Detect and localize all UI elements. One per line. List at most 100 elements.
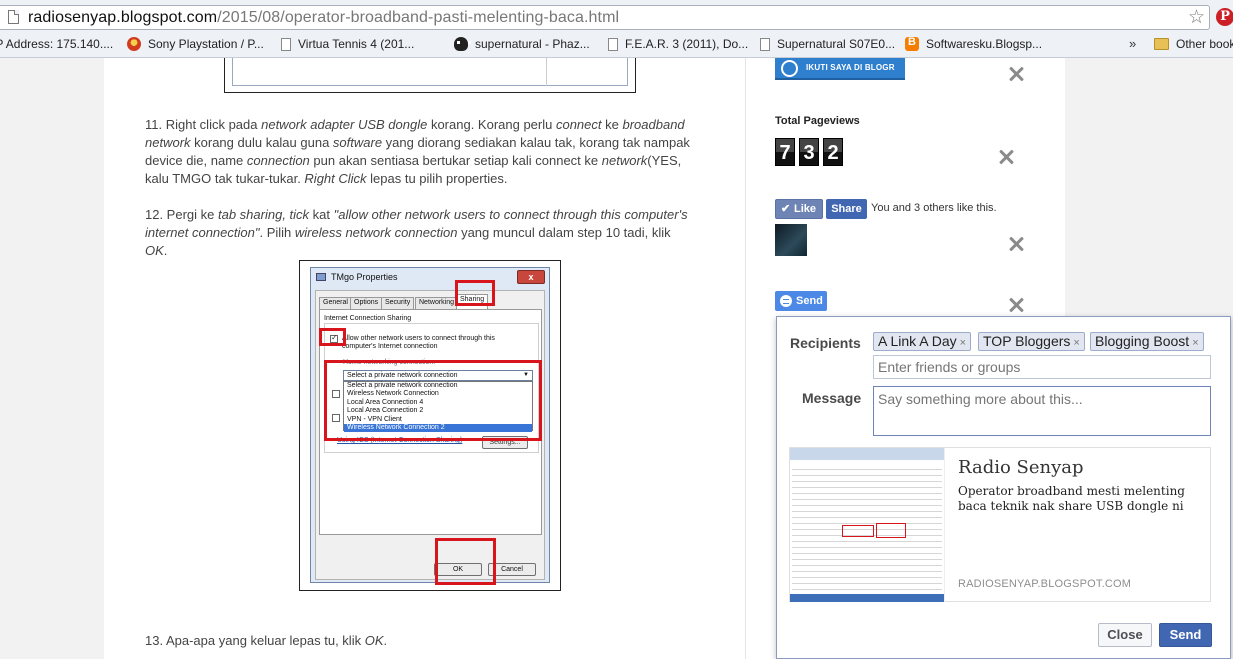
recipient-token[interactable]: A Link A Day × — [873, 332, 972, 351]
sharing-dialog-screenshot[interactable]: TMgo Properties x General Options Securi… — [299, 260, 561, 591]
link-preview-card: Radio Senyap Operator broadband mesti me… — [789, 447, 1211, 602]
url-path: /2015/08/operator-broadband-pasti-melent… — [217, 9, 620, 26]
friend-avatar[interactable] — [775, 224, 807, 256]
page-icon — [8, 10, 19, 24]
preview-description: Operator broadband mesti melenting baca … — [958, 484, 1185, 513]
step-11-paragraph: 11. Right click pada network adapter USB… — [145, 117, 690, 186]
bookmark-label: Virtua Tennis 4 (201... — [298, 37, 415, 51]
bookmark-fear-3[interactable]: F.E.A.R. 3 (2011), Do... — [608, 37, 748, 51]
bookmark-label: Sony Playstation / P... — [148, 37, 264, 51]
tab-security: Security — [381, 297, 415, 309]
edit-wrench-icon[interactable] — [1007, 65, 1025, 83]
address-bar[interactable]: radiosenyap.blogspot.com/2015/08/operato… — [0, 5, 1210, 30]
close-button[interactable]: Close — [1098, 623, 1152, 647]
thumbs-check-icon: ✔ — [781, 203, 791, 215]
sony-icon — [127, 37, 141, 51]
like-count-text: You and 3 others like this. — [871, 202, 997, 214]
bookmarks-bar: IP Address: 175.140.... Sony Playstation… — [0, 34, 1233, 56]
bookmark-label: Supernatural S07E0... — [777, 37, 896, 51]
bookmark-supernatural-phaz[interactable]: supernatural - Phaz... — [454, 37, 590, 51]
highlight-ok-button — [435, 538, 496, 585]
thumbnail-taskbar — [790, 594, 944, 602]
page-icon — [281, 37, 291, 51]
edit-wrench-icon[interactable] — [1007, 296, 1025, 314]
pageviews-title: Total Pageviews — [775, 115, 860, 127]
thumbnail-highlight — [842, 525, 874, 537]
bookmark-label: Other bookmarks — [1176, 37, 1233, 51]
pageviews-digit: 2 — [823, 138, 843, 166]
facebook-send-dialog: Recipients A Link A Day × TOP Bloggers × B… — [776, 316, 1231, 659]
step-13-paragraph: 13. Apa-apa yang keluar lepas tu, klik O… — [145, 633, 388, 648]
blogger-icon — [905, 36, 919, 51]
url-text[interactable]: radiosenyap.blogspot.com/2015/08/operato… — [28, 9, 619, 27]
thumbnail-highlight — [876, 523, 906, 538]
column-divider — [745, 58, 746, 659]
bookmark-softwaresku[interactable]: Softwaresku.Blogsp... — [905, 36, 1043, 51]
edit-wrench-icon[interactable] — [997, 148, 1015, 166]
facebook-like-button[interactable]: ✔ Like — [775, 199, 823, 219]
token-label: A Link A Day — [878, 333, 957, 349]
highlight-dropdown — [324, 360, 542, 441]
preview-thumbnail — [790, 448, 945, 602]
dialog-title: TMgo Properties — [331, 272, 398, 282]
bookmark-other-bookmarks[interactable]: Other bookmarks — [1154, 37, 1233, 51]
previous-screenshot-image — [224, 58, 636, 93]
pageviews-digit: 3 — [799, 138, 819, 166]
bookmark-sony-playstation[interactable]: Sony Playstation / P... — [127, 37, 264, 51]
messenger-icon — [780, 295, 792, 307]
message-input[interactable] — [873, 386, 1211, 436]
send-label: Send — [796, 295, 823, 307]
screenshot-window-edge — [232, 58, 628, 86]
thumbnail-titlebar — [790, 448, 944, 460]
follow-label: IKUTI SAYA DI BLOGR — [806, 63, 895, 72]
remove-token-icon[interactable]: × — [960, 337, 966, 349]
bookmark-supernatural-s07e0[interactable]: Supernatural S07E0... — [760, 37, 895, 51]
facebook-share-button[interactable]: Share — [826, 199, 867, 219]
tab-options: Options — [350, 297, 383, 309]
token-label: TOP Bloggers — [983, 333, 1071, 349]
token-label: Blogging Boost — [1095, 333, 1190, 349]
preview-domain: RADIOSENYAP.BLOGSPOT.COM — [958, 578, 1132, 590]
recipients-input[interactable] — [873, 355, 1211, 379]
edit-wrench-icon[interactable] — [1007, 235, 1025, 253]
bookmark-virtua-tennis[interactable]: Virtua Tennis 4 (201... — [281, 37, 414, 51]
bookmark-label: Softwaresku.Blogsp... — [926, 37, 1043, 51]
url-host: radiosenyap.blogspot.com — [28, 9, 218, 26]
ics-group-label: Internet Connection Sharing — [324, 315, 412, 322]
bookmark-ip-address[interactable]: IP Address: 175.140.... — [0, 37, 113, 51]
close-icon: x — [517, 270, 545, 284]
skull-icon — [454, 37, 471, 51]
bookmark-star-icon[interactable]: ☆ — [1188, 7, 1205, 29]
page-icon — [760, 37, 770, 51]
browser-chrome: radiosenyap.blogspot.com/2015/08/operato… — [0, 0, 1233, 58]
remove-token-icon[interactable]: × — [1192, 337, 1198, 349]
bookmarks-overflow-chevron[interactable]: » — [1129, 36, 1136, 51]
tab-general: General — [319, 297, 352, 309]
bookmark-label: supernatural - Phaz... — [475, 37, 590, 51]
bookmark-label: F.E.A.R. 3 (2011), Do... — [625, 37, 749, 51]
bookmark-label: IP Address: 175.140.... — [0, 37, 114, 51]
screenshot-separator — [546, 58, 547, 86]
send-button[interactable]: Send — [1159, 623, 1212, 647]
remove-token-icon[interactable]: × — [1073, 337, 1079, 349]
facebook-send-button[interactable]: Send — [775, 291, 827, 311]
recipient-token[interactable]: Blogging Boost × — [1090, 332, 1204, 351]
highlight-checkbox — [319, 328, 346, 346]
like-label: Like — [794, 203, 817, 215]
tab-networking: Networking — [415, 297, 459, 309]
recipients-label: Recipients — [790, 335, 861, 351]
message-label: Message — [802, 390, 862, 406]
pinterest-icon[interactable]: P — [1216, 8, 1233, 26]
preview-title: Radio Senyap — [958, 457, 1084, 478]
network-icon — [316, 273, 326, 281]
highlight-sharing-tab — [455, 280, 495, 306]
step-12-paragraph: 12. Pergi ke tab sharing, tick kat "allo… — [145, 207, 688, 258]
follow-icon — [781, 60, 798, 77]
recipient-token[interactable]: TOP Bloggers × — [978, 332, 1085, 351]
folder-icon — [1154, 38, 1169, 50]
allow-sharing-label-line1: Allow other network users to connect thr… — [342, 335, 495, 342]
allow-sharing-label-line2: computer's Internet connection — [342, 343, 438, 350]
pageviews-digit: 7 — [775, 138, 795, 166]
page-icon — [608, 37, 618, 51]
follow-blog-button[interactable]: IKUTI SAYA DI BLOGR — [775, 58, 905, 80]
